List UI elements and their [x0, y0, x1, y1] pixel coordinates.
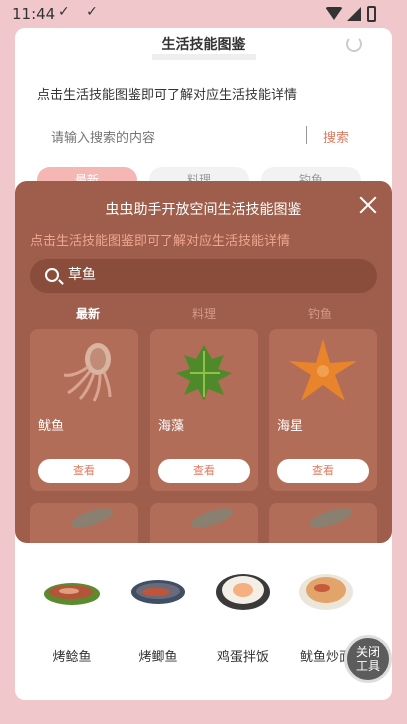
fish-icon: [188, 504, 236, 532]
page-description: 点击生活技能图鉴即可了解对应生活技能详情: [37, 88, 298, 103]
card-name: 海星: [277, 419, 304, 434]
egg-rice-icon: [213, 568, 273, 612]
popup-tabs: 最新 料理 钓鱼: [30, 305, 377, 325]
search-icon: [45, 268, 59, 282]
fish-icon: [307, 504, 355, 532]
skill-card[interactable]: 海藻 查看: [150, 329, 258, 491]
wifi-icon: [325, 7, 343, 20]
food-label: 烤鲫鱼: [138, 650, 178, 665]
food-label: 烤鲶鱼: [52, 650, 92, 665]
popup-tab-cooking[interactable]: 料理: [146, 305, 262, 322]
signal-icon: [347, 7, 361, 21]
popup-tab-latest[interactable]: 最新: [30, 305, 146, 322]
card-name: 鱿鱼: [38, 419, 65, 434]
search-input[interactable]: [51, 128, 291, 148]
food-item[interactable]: 鸡蛋拌饭: [198, 568, 288, 665]
refresh-icon[interactable]: [346, 36, 362, 52]
skill-card-partial[interactable]: [150, 503, 258, 543]
skill-card[interactable]: 鱿鱼 查看: [30, 329, 138, 491]
popup-tab-fishing[interactable]: 钓鱼: [262, 305, 378, 322]
food-label: 鸡蛋拌饭: [216, 650, 269, 665]
skill-card-partial[interactable]: [269, 503, 377, 543]
card-name: 海藻: [158, 419, 185, 434]
notification-check-icons: ✓ ✓: [58, 4, 104, 20]
header: 生活技能图鉴: [15, 34, 392, 60]
close-tool-label-2: 工具: [355, 659, 380, 673]
view-button[interactable]: 查看: [158, 459, 250, 483]
view-button[interactable]: 查看: [38, 459, 130, 483]
grilled-crucian-icon: [128, 568, 188, 612]
search-divider: [306, 126, 307, 144]
popup-description: 点击生活技能图鉴即可了解对应生活技能详情: [30, 234, 291, 249]
status-icons: [325, 5, 381, 23]
starfish-icon: [283, 337, 363, 405]
skill-card-partial[interactable]: [30, 503, 138, 543]
food-item[interactable]: 烤鲶鱼: [27, 568, 117, 665]
status-bar: 11:44 ✓ ✓: [0, 0, 407, 28]
skill-card[interactable]: 海星 查看: [269, 329, 377, 491]
skill-popup: 虫虫助手开放空间生活技能图鉴 点击生活技能图鉴即可了解对应生活技能详情 最新 料…: [15, 181, 392, 543]
battery-icon: [367, 6, 376, 22]
close-tool-label-1: 关闭: [355, 645, 380, 659]
status-time: 11:44: [12, 5, 56, 23]
popup-search-input[interactable]: [68, 266, 348, 282]
squid-icon: [44, 337, 124, 405]
grilled-catfish-icon: [42, 568, 102, 612]
popup-search-bar[interactable]: [30, 259, 377, 293]
fish-icon: [68, 504, 116, 532]
view-button[interactable]: 查看: [277, 459, 369, 483]
close-icon[interactable]: [358, 195, 378, 215]
close-tool-button[interactable]: 关闭 工具: [344, 635, 392, 683]
seaweed-icon: [164, 337, 244, 405]
page-title: 生活技能图鉴: [151, 36, 256, 60]
food-item[interactable]: 烤鲫鱼: [113, 568, 203, 665]
popup-title: 虫虫助手开放空间生活技能图鉴: [105, 202, 302, 218]
search-button[interactable]: 搜索: [323, 127, 349, 146]
squid-noodles-icon: [296, 568, 356, 612]
